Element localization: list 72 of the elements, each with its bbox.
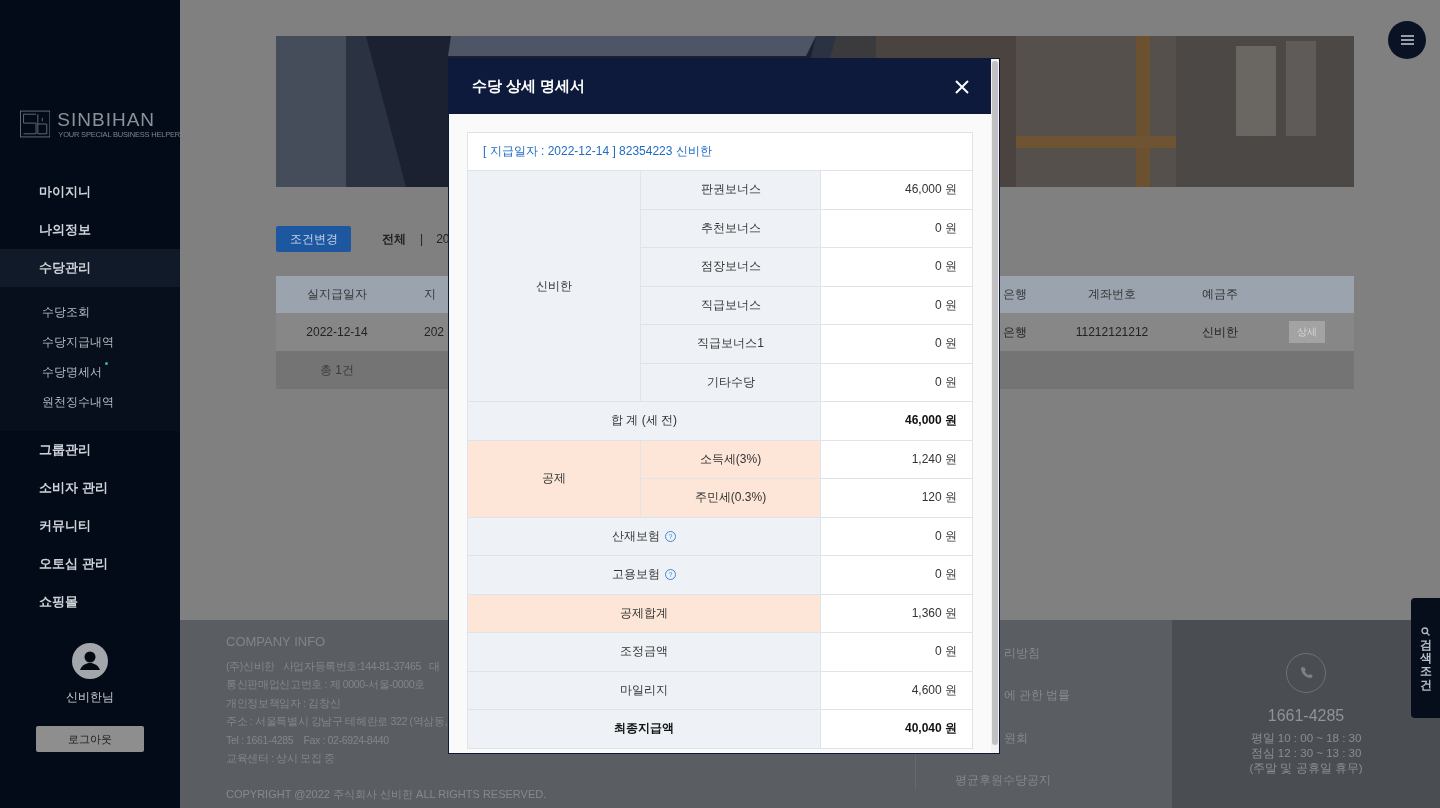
phone-icon — [1286, 653, 1326, 693]
hours-text: 평일 10 : 00 ~ 18 : 30 — [1250, 731, 1362, 746]
column-header: 계좌번호 — [1087, 286, 1137, 303]
menu-item[interactable]: 나의정보 — [0, 211, 180, 249]
submenu-item[interactable]: 수당조회 — [0, 297, 180, 327]
amount-cell: 120 원 — [821, 479, 973, 518]
modal-title: 수당 상세 명세서 — [472, 77, 586, 96]
amount-cell: 1,360 원 — [821, 594, 973, 633]
row-label: 조정금액 — [468, 633, 821, 672]
item-label: 직급보너스 — [641, 286, 821, 325]
amount-cell: 0 원 — [821, 633, 973, 672]
group-label: 신비한 — [468, 171, 641, 402]
item-label: 점장보너스 — [641, 248, 821, 287]
amount-cell: 0 원 — [821, 517, 973, 556]
amount-cell: 40,040 원 — [821, 710, 973, 749]
item-label: 소득세(3%) — [641, 440, 821, 479]
submenu-item[interactable]: 원천징수내역 — [0, 387, 180, 417]
item-label: 추천보너스 — [641, 209, 821, 248]
amount-cell: 0 원 — [821, 286, 973, 325]
submenu-item[interactable]: 수당지급내역 — [0, 327, 180, 357]
submenu-item[interactable]: 수당명세서 — [0, 357, 180, 387]
group-label: 공제 — [468, 440, 641, 518]
close-icon — [954, 78, 970, 95]
amount-cell: 1,240 원 — [821, 440, 973, 479]
logo-name: SINBIHAN — [57, 109, 157, 130]
menu-item[interactable]: 쇼핑몰 — [0, 583, 180, 621]
row-label: 합 계 (세 전) — [468, 402, 821, 441]
hours-text: (주말 및 공휴일 휴무) — [1249, 761, 1363, 776]
column-header: 예금주 — [1201, 286, 1239, 303]
item-label: 직급보너스1 — [641, 325, 821, 364]
avatar-icon — [72, 643, 108, 679]
menu-icon — [1400, 35, 1414, 45]
table-cell-text: 202 — [423, 325, 446, 339]
amount-cell: 0 원 — [821, 363, 973, 402]
user-name: 신비한님 — [66, 689, 114, 706]
menu-item[interactable]: 마이지니 — [0, 173, 180, 211]
menu-item[interactable]: 오토십 관리 — [0, 545, 180, 583]
row-label: 공제합계 — [468, 594, 821, 633]
logout-button[interactable]: 로그아웃 — [36, 726, 144, 752]
amount-cell: 0 원 — [821, 248, 973, 287]
table-cell-text: 11212121212 — [1074, 325, 1150, 339]
row-label: 마일리지 — [468, 671, 821, 710]
menu-item[interactable]: 그룹관리 — [0, 431, 180, 469]
menu-item[interactable]: 수당관리 — [0, 249, 180, 287]
row-label: 최종지급액 — [468, 710, 821, 749]
phone-number: 1661-4285 — [1267, 707, 1345, 725]
item-label: 주민세(0.3%) — [641, 479, 821, 518]
column-header: 실지급일자 — [306, 286, 368, 303]
table-cell-text: 은행 — [1002, 323, 1028, 341]
filter-label: 전체 — [382, 230, 406, 248]
search-icon — [1421, 627, 1430, 636]
item-label: 판권보너스 — [641, 171, 821, 210]
logo-icon — [20, 109, 51, 139]
column-header: 은행 — [1002, 286, 1028, 303]
change-filter-button[interactable]: 조건변경 — [276, 226, 351, 252]
menu-item[interactable]: 커뮤니티 — [0, 507, 180, 545]
table-cell-text: 2022-12-14 — [305, 325, 369, 339]
amount-cell: 0 원 — [821, 325, 973, 364]
amount-cell: 46,000 원 — [821, 171, 973, 210]
amount-cell: 0 원 — [821, 209, 973, 248]
amount-cell: 4,600 원 — [821, 671, 973, 710]
separator-text: | — [420, 232, 424, 246]
close-button[interactable] — [954, 78, 970, 95]
amount-cell: 0 원 — [821, 556, 973, 595]
table-cell-text: 신비한 — [1201, 323, 1239, 341]
menu-item[interactable]: 소비자 관리 — [0, 469, 180, 507]
item-label: 기타수당 — [641, 363, 821, 402]
hours-text: 점심 12 : 30 ~ 13 : 30 — [1250, 746, 1362, 761]
payment-caption: [ 지급일자 : 2022-12-14 ] 82354223 신비한 — [467, 132, 973, 170]
amount-cell: 46,000 원 — [821, 402, 973, 441]
search-options-tab[interactable]: 검색조건 — [1419, 639, 1432, 692]
column-header: 지 — [423, 286, 437, 303]
